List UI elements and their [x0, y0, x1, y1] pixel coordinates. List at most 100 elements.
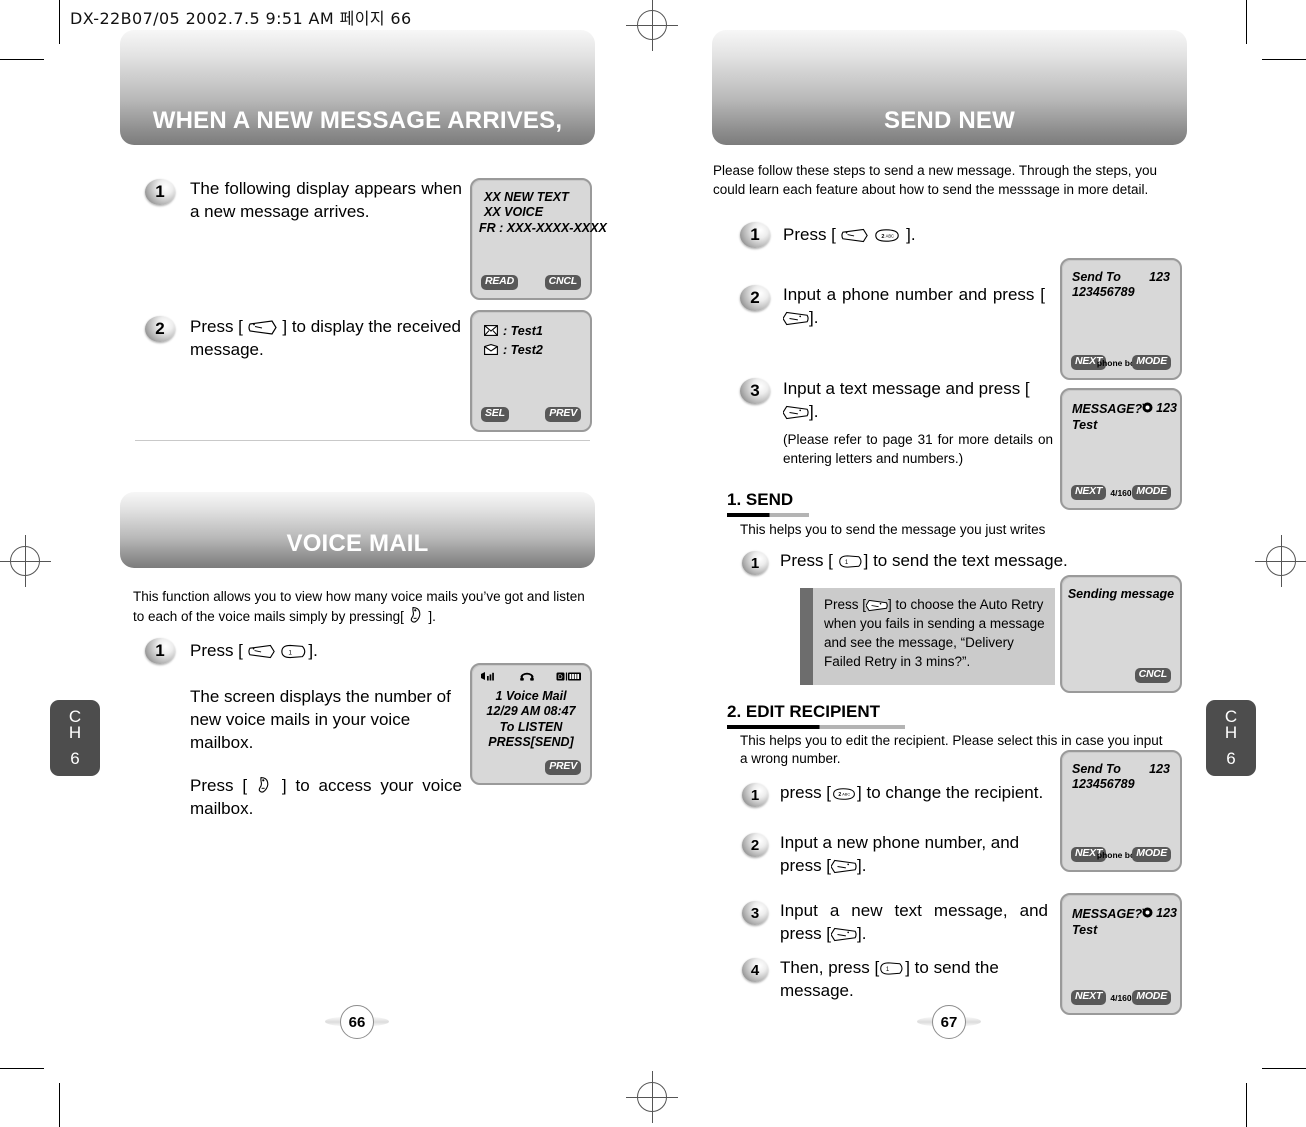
number-key-2abc-icon: 2 ABC [873, 228, 901, 243]
screen-new-message-alert: XX NEW TEXT XX VOICE FR : XXX-XXXX-XXXX … [470, 178, 607, 300]
step-1-label: The following display appears when a new… [190, 179, 462, 221]
chapter-tab-right: CH 6 [1206, 700, 1256, 776]
crop-mark-top-right-h [1262, 59, 1306, 60]
crop-mark-top-left-v [59, 0, 60, 44]
screen-sending-message: Sending message CNCL [1060, 575, 1182, 693]
lcd-sending-title: Sending message [1067, 587, 1175, 601]
send-section-step-1-text: Press [ 1 ] to send the text message. [780, 551, 1068, 570]
banner-title-when-new-message: WHEN A NEW MESSAGE ARRIVES, [152, 107, 563, 134]
screen-send-to: Send To 123 123456789 NEXT phone book MO… [1060, 258, 1182, 380]
envelope-open-icon [484, 323, 498, 341]
banner-title-voice-mail: VOICE MAIL [286, 530, 429, 557]
svg-text:ABC: ABC [886, 233, 894, 238]
section-rule-send [727, 513, 809, 517]
softkey-cncl-sending[interactable]: CNCL [1134, 668, 1171, 683]
ok-key-icon [783, 405, 809, 420]
lcd-send-to-title: Send To [1072, 270, 1121, 284]
lcd-line-from: FR : XXX-XXXX-XXXX [479, 220, 607, 235]
screen-send-to-edit: Send To 123 123456789 NEXT phone book MO… [1060, 750, 1182, 872]
voice-mail-p2-before: Press [ [190, 776, 248, 795]
send-key-icon [408, 606, 425, 624]
msg-key-icon [248, 320, 278, 335]
banner-title-send-new: SEND NEW [884, 107, 1015, 134]
svg-text:2: 2 [882, 234, 885, 240]
softkey-prev[interactable]: PREV [545, 407, 581, 422]
tip-box-auto-retry: Press [ ] to choose the Auto Retry when … [800, 588, 1055, 685]
crop-mark-bottom-left-h [0, 1068, 44, 1069]
send-step-1-after: ]. [906, 225, 916, 244]
softkey-prev-voicemail[interactable]: PREV [545, 760, 581, 775]
banner-voice-mail: VOICE MAIL [120, 492, 595, 568]
lcd-voicemail-count: 1 Voice Mail [495, 689, 567, 703]
softkey-next[interactable]: NEXT [1071, 485, 1107, 500]
signal-strength-icon [480, 669, 497, 687]
registration-mark-top [626, 0, 678, 51]
softkey-read[interactable]: READ [481, 275, 518, 290]
screen-message-list: : Test1 : Test2 SEL PREV [470, 310, 592, 432]
softkey-mode[interactable]: MODE [1132, 485, 1171, 500]
lcd-status-bar: D [476, 669, 586, 687]
softkey-mode[interactable]: MODE [1132, 990, 1171, 1005]
softkey-sel[interactable]: SEL [481, 407, 509, 422]
crop-mark-bottom-right-h [1262, 1068, 1306, 1069]
voice-mail-paragraph-1-label: The screen displays the number of new vo… [190, 687, 451, 752]
banner-when-new-message: WHEN A NEW MESSAGE ARRIVES, [120, 30, 595, 145]
step-2-label-before: Press [ [190, 317, 243, 336]
softkey-mode[interactable]: MODE [1132, 355, 1171, 370]
lcd-voicemail-time: 12/29 AM 08:47 [486, 704, 576, 719]
chapter-tab-left-number: 6 [70, 748, 80, 768]
edit-step-2-text: Input a new phone number, and press [ ]. [780, 833, 1020, 875]
page-number-left: 66 [340, 1005, 374, 1039]
voice-mail-intro: This function allows you to view how man… [133, 589, 585, 625]
screen-voice-mail-notice: D 1 Voice Mail 12/29 AM 08:47 To LISTEN … [470, 663, 592, 785]
voice-mail-paragraph-1: The screen displays the number of new vo… [190, 686, 462, 755]
send-step-3-text: Input a text message and press [ ]. [783, 379, 1030, 421]
send-step-1-text: Press [ 2 ABC ]. [783, 224, 1073, 247]
lcd-msg-item-2[interactable]: : Test2 [503, 343, 543, 358]
step-1-text: The following display appears when a new… [190, 178, 462, 224]
softkey-mode[interactable]: MODE [1132, 847, 1171, 862]
send-number-key-icon: 1 [879, 961, 905, 976]
msg-key-icon [841, 228, 869, 243]
softkey-char-count: 4/160 [1110, 993, 1132, 1003]
lcd-compose-edit-title: MESSAGE? [1072, 907, 1143, 921]
lcd-send-to-edit-value: 123456789 [1072, 777, 1135, 792]
crop-mark-top-left-h [0, 59, 44, 60]
lcd-compose-edit-value: Test [1072, 923, 1098, 937]
text-entry-mode-icon [1142, 905, 1153, 923]
softkey-next[interactable]: NEXT [1071, 990, 1107, 1005]
voice-mail-step-bullet-1: 1 [145, 638, 175, 664]
svg-text:ABC: ABC [842, 793, 850, 797]
registration-mark-right [1255, 535, 1306, 587]
lcd-msg-item-1[interactable]: : Test1 [503, 324, 543, 339]
screen-message-compose-edit: MESSAGE? 123 Test NEXT 4/160 MODE [1060, 893, 1182, 1015]
chapter-tab-right-number: 6 [1226, 748, 1236, 768]
step-2-text: Press [ ] to display the received messag… [190, 316, 465, 362]
send-step-1-before: Press [ [783, 225, 836, 244]
lcd-send-to-edit-indicator: 123 [1149, 762, 1170, 776]
banner-send-new: SEND NEW [712, 30, 1187, 145]
print-header: DX-22B07/05 2002.7.5 9:51 AM 페이지 66 [70, 9, 412, 28]
send-step-bullet-2: 2 [740, 285, 770, 311]
tip-box-text: Press [ ] to choose the Auto Retry when … [824, 597, 1045, 670]
text-entry-mode-icon [1142, 400, 1153, 418]
edit-step-bullet-2: 2 [742, 833, 768, 857]
softkey-cncl[interactable]: CNCL [544, 275, 581, 290]
tip-accent-bar [800, 588, 813, 685]
phone-handset-icon [519, 669, 535, 687]
chapter-tab-left: CH 6 [50, 700, 100, 776]
ok-key-icon [831, 859, 857, 874]
manual-page-spread: DX-22B07/05 2002.7.5 9:51 AM 페이지 66 WHEN… [0, 0, 1306, 1127]
send-number-key-icon: 1 [838, 554, 864, 569]
crop-mark-bottom-left-v [59, 1083, 60, 1127]
lcd-compose-value: Test [1072, 418, 1098, 432]
registration-mark-left [0, 535, 51, 587]
registration-mark-bottom [626, 1071, 678, 1123]
page-number-right: 67 [932, 1005, 966, 1039]
voice-mail-step-1-text: Press [ 1 ]. [190, 641, 318, 660]
send-step-2-text: Input a phone number and press [ ]. [783, 285, 1045, 327]
lcd-compose-edit-indicator: 123 [1156, 906, 1178, 921]
softkey-char-count: 4/160 [1110, 488, 1132, 498]
send-step-3-note: (Please refer to page 31 for more detail… [783, 432, 1053, 466]
lcd-line-new-text: XX NEW TEXT [484, 190, 569, 204]
